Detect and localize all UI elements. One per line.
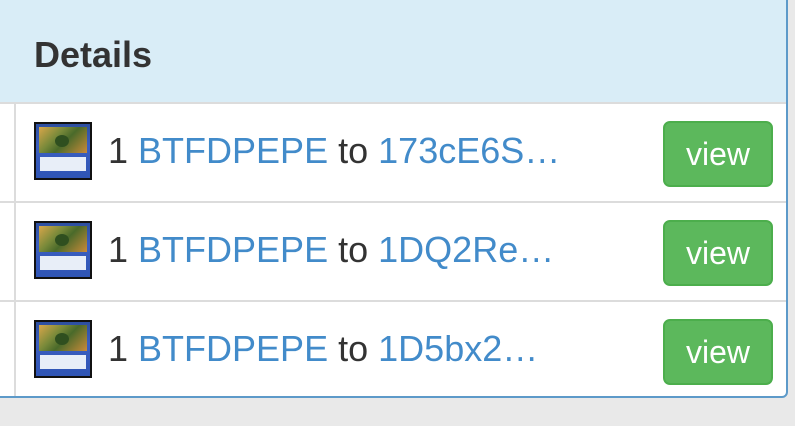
- table-row: 1 BTFDPEPE to 1D5bx2… view: [0, 302, 786, 396]
- panel-title: Details: [34, 34, 153, 75]
- to-label: to: [338, 328, 369, 369]
- card-thumbnail-icon[interactable]: [34, 122, 92, 180]
- transfer-description: 1 BTFDPEPE to 173cE6S…: [108, 130, 560, 172]
- transfer-description: 1 BTFDPEPE to 1DQ2Re…: [108, 229, 554, 271]
- details-panel: Details 1 BTFDPEPE to 173cE6S… view 1 BT…: [0, 0, 788, 398]
- address-link[interactable]: 173cE6S…: [378, 130, 560, 171]
- table-row: 1 BTFDPEPE to 173cE6S… view: [0, 104, 786, 203]
- asset-link[interactable]: BTFDPEPE: [138, 130, 328, 171]
- quantity: 1: [108, 328, 129, 369]
- view-button[interactable]: view: [663, 121, 773, 187]
- view-button[interactable]: view: [663, 319, 773, 385]
- quantity: 1: [108, 229, 129, 270]
- address-link[interactable]: 1D5bx2…: [378, 328, 538, 369]
- to-label: to: [338, 130, 369, 171]
- asset-link[interactable]: BTFDPEPE: [138, 328, 328, 369]
- panel-heading: Details: [0, 0, 786, 104]
- card-thumbnail-icon[interactable]: [34, 320, 92, 378]
- address-link[interactable]: 1DQ2Re…: [378, 229, 554, 270]
- quantity: 1: [108, 130, 129, 171]
- transfer-description: 1 BTFDPEPE to 1D5bx2…: [108, 328, 538, 370]
- view-button[interactable]: view: [663, 220, 773, 286]
- table-row: 1 BTFDPEPE to 1DQ2Re… view: [0, 203, 786, 302]
- card-thumbnail-icon[interactable]: [34, 221, 92, 279]
- to-label: to: [338, 229, 369, 270]
- asset-link[interactable]: BTFDPEPE: [138, 229, 328, 270]
